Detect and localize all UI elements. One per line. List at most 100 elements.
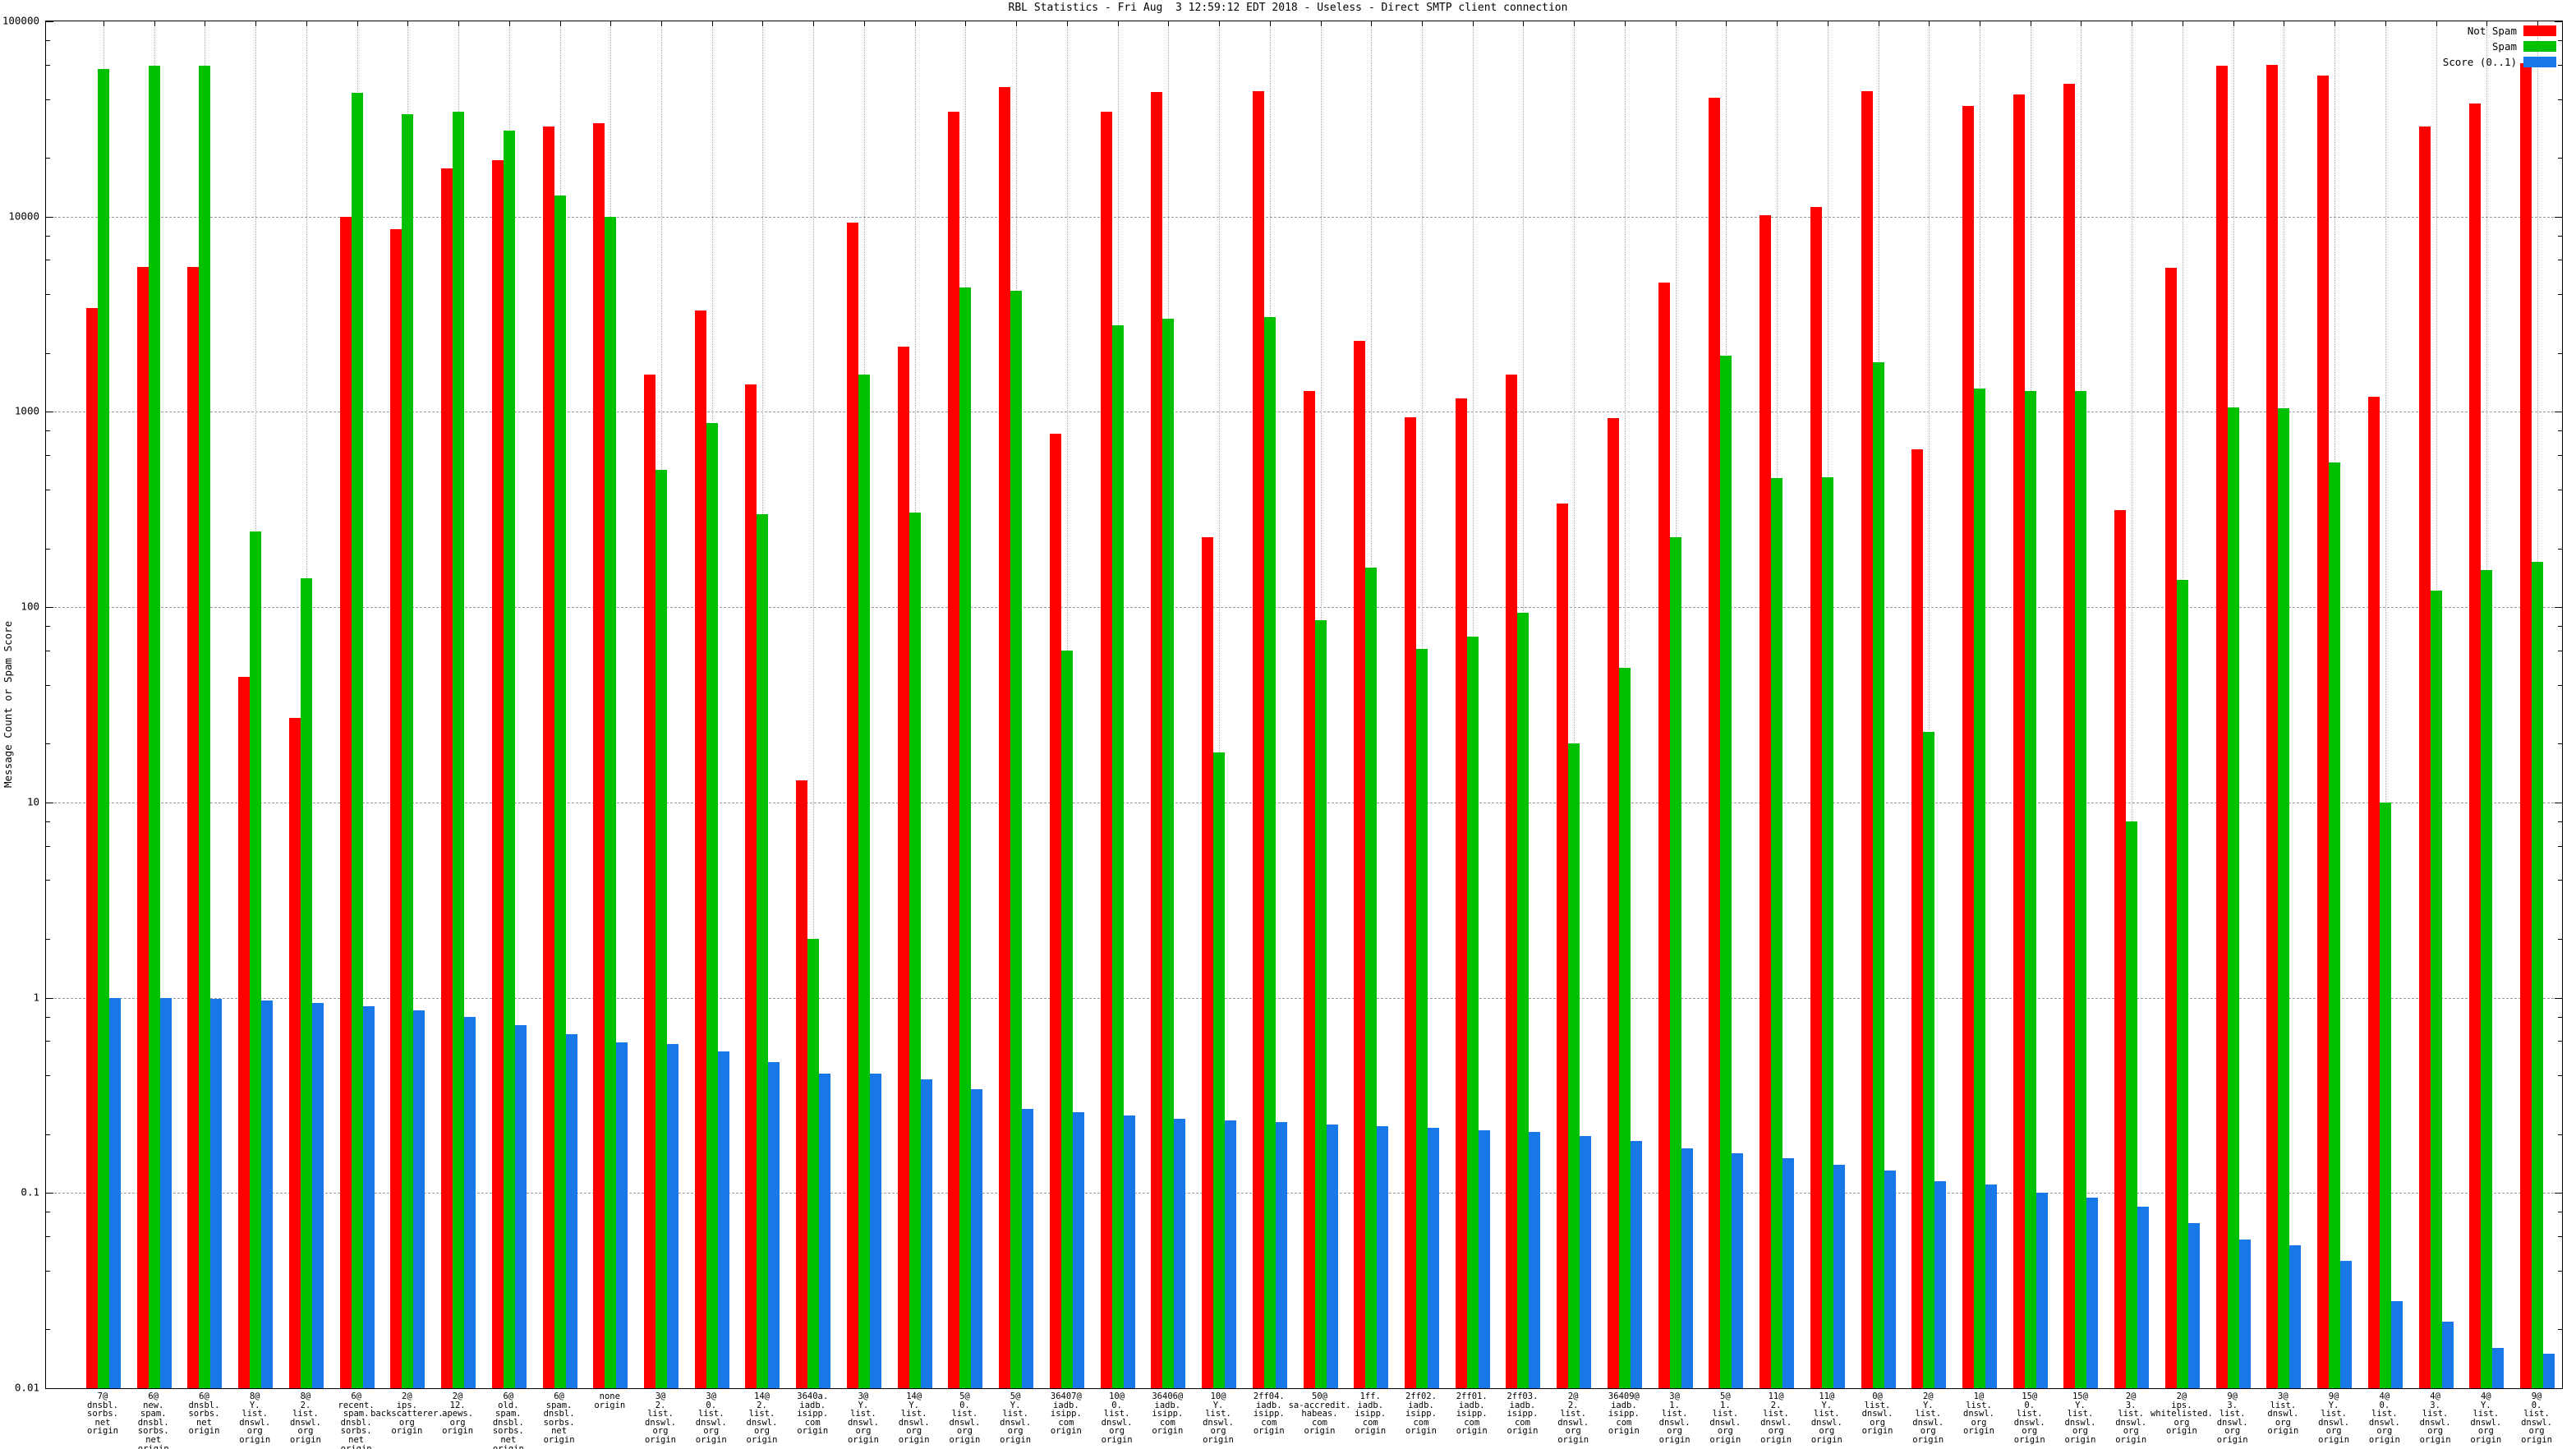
bar-spam (1821, 477, 1833, 1388)
x-tick-top (762, 21, 764, 26)
bar-spam (2379, 802, 2391, 1388)
bar-spam (503, 131, 515, 1388)
y-axis-title: Message Count or Spam Score (2, 620, 14, 788)
x-tick-top (407, 21, 409, 26)
x-tick-top (1523, 21, 1525, 26)
legend-label: Not Spam (2467, 24, 2517, 37)
y-major-tick-right (2555, 1193, 2562, 1194)
x-tick-top (2233, 21, 2234, 26)
y-minor-tick-right (2558, 1270, 2562, 1272)
bar-score (1934, 1180, 1947, 1388)
y-minor-tick-left (46, 821, 50, 822)
bar-spam (250, 531, 262, 1388)
x-tick-top (661, 21, 663, 26)
bar-score (819, 1073, 831, 1388)
y-minor-tick-left (46, 1236, 50, 1238)
bar-spam (2329, 462, 2341, 1388)
bar-not-spam (1455, 398, 1467, 1388)
bar-not-spam (1303, 390, 1315, 1388)
bar-score (464, 1016, 476, 1388)
bar-spam (706, 423, 718, 1388)
bar-score (1225, 1120, 1237, 1388)
x-tick-top (1929, 21, 1930, 26)
x-tick-top (255, 21, 257, 26)
bar-score (1326, 1124, 1338, 1388)
bar-not-spam (238, 676, 251, 1388)
bar-spam (453, 111, 465, 1388)
y-minor-tick-left (46, 548, 50, 550)
bar-score (109, 997, 121, 1388)
y-minor-tick-right (2558, 158, 2562, 159)
y-minor-tick-left (46, 845, 50, 847)
x-tick-top (1371, 21, 1373, 26)
bar-spam (1466, 636, 1479, 1388)
legend-row: Score (0..1) (2443, 56, 2556, 68)
bar-not-spam (1658, 282, 1670, 1388)
bar-not-spam (339, 216, 352, 1388)
bar-not-spam (1151, 92, 1163, 1388)
y-major-tick-right (2555, 21, 2562, 22)
bar-score (1732, 1152, 1744, 1388)
bar-not-spam (1506, 375, 1518, 1388)
bar-spam (656, 469, 668, 1388)
y-minor-tick-left (46, 939, 50, 940)
bar-score (2086, 1197, 2099, 1388)
bar-not-spam (1861, 90, 1873, 1388)
bar-spam (199, 66, 211, 1388)
y-minor-tick-right (2558, 1236, 2562, 1238)
bar-score (1630, 1140, 1642, 1388)
x-tick-top (1472, 21, 1474, 26)
x-tick-top (1168, 21, 1170, 26)
chart-title: RBL Statistics - Fri Aug 3 12:59:12 EDT … (1008, 2, 1568, 14)
bar-not-spam (2367, 396, 2380, 1388)
bar-score (1985, 1184, 1997, 1388)
x-tick-label: 9@ 0. list. dnswl. org origin (2521, 1392, 2552, 1445)
bar-spam (2126, 821, 2138, 1388)
bar-spam (959, 288, 972, 1388)
bar-score (1377, 1125, 1389, 1388)
y-tick-label: 10000 (8, 209, 39, 223)
y-minor-tick-left (46, 1016, 50, 1018)
x-tick-top (356, 21, 358, 26)
bar-not-spam (1607, 417, 1619, 1388)
x-tick-top (610, 21, 612, 26)
bar-spam (1060, 650, 1073, 1388)
bar-spam (858, 374, 870, 1388)
bar-score (2441, 1321, 2454, 1388)
bar-not-spam (187, 267, 200, 1388)
bar-spam (351, 93, 363, 1388)
bar-not-spam (999, 87, 1011, 1388)
bar-not-spam (2266, 64, 2279, 1388)
bar-not-spam (441, 168, 453, 1388)
bar-score (362, 1006, 375, 1388)
bar-spam (2532, 562, 2544, 1388)
bar-score (1072, 1111, 1084, 1388)
bar-not-spam (491, 159, 504, 1388)
bar-spam (2481, 569, 2493, 1388)
bar-score (1427, 1128, 1439, 1388)
legend-swatch-spam (2523, 40, 2556, 52)
x-tick-top (2385, 21, 2386, 26)
bar-not-spam (1709, 98, 1721, 1388)
bar-spam (757, 513, 769, 1388)
bar-spam (1923, 731, 1935, 1388)
y-minor-tick-right (2558, 548, 2562, 550)
bar-not-spam (1354, 341, 1366, 1388)
y-minor-tick-right (2558, 1041, 2562, 1042)
y-minor-tick-right (2558, 352, 2562, 354)
legend-swatch-score- (2523, 56, 2556, 67)
bar-spam (1010, 290, 1023, 1388)
bar-spam (2176, 579, 2188, 1388)
bar-spam (1568, 743, 1580, 1388)
bar-spam (807, 939, 820, 1388)
y-minor-tick-left (46, 455, 50, 457)
bar-not-spam (593, 123, 605, 1388)
bar-not-spam (1760, 214, 1772, 1388)
bar-score (565, 1034, 577, 1388)
y-minor-tick-right (2558, 64, 2562, 66)
x-tick-top (1624, 21, 1626, 26)
x-tick-top (154, 21, 155, 26)
x-tick-top (1269, 21, 1271, 26)
bar-not-spam (2164, 268, 2177, 1388)
y-tick-label: 1000 (14, 404, 39, 417)
